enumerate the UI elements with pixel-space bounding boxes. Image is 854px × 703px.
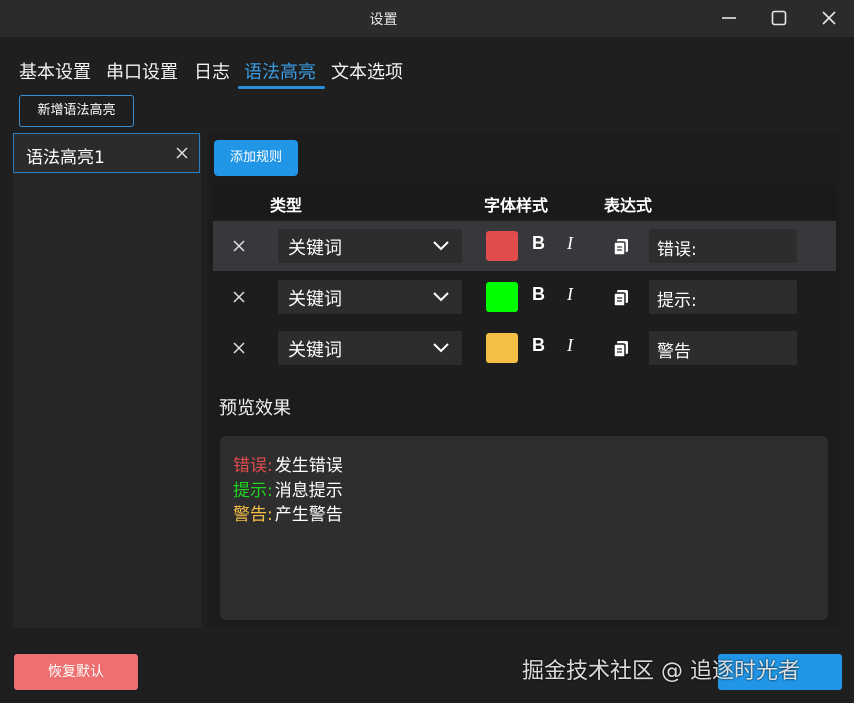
tab-basic-settings[interactable]: 基本设置 — [19, 58, 91, 84]
preview-title: 预览效果 — [219, 398, 291, 419]
close-icon — [822, 11, 836, 25]
color-swatch[interactable] — [486, 333, 518, 363]
delete-rule-button[interactable] — [231, 289, 247, 305]
delete-rule-button[interactable] — [231, 340, 247, 356]
chevron-down-icon — [433, 343, 449, 353]
expression-input[interactable]: 错误: — [649, 229, 797, 263]
preview-box: 错误: 发生错误 提示: 消息提示 警告: 产生警告 — [220, 436, 828, 620]
copy-icon[interactable] — [612, 237, 630, 255]
copy-icon[interactable] — [612, 288, 630, 306]
preview-line: 警告: 产生警告 — [233, 500, 343, 525]
remove-item-button[interactable] — [174, 145, 190, 161]
preview-text: 产生警告 — [274, 505, 343, 525]
active-tab-indicator — [238, 86, 325, 89]
close-icon — [233, 342, 245, 354]
type-select[interactable]: 关键词 — [278, 280, 462, 314]
close-button[interactable] — [819, 8, 839, 28]
close-icon — [176, 147, 188, 159]
header-type: 类型 — [270, 196, 303, 215]
bold-toggle[interactable]: B — [532, 284, 545, 305]
tab-log[interactable]: 日志 — [194, 58, 230, 84]
type-select-value: 关键词 — [288, 238, 342, 259]
italic-toggle[interactable]: I — [567, 284, 573, 305]
expression-value: 提示: — [657, 291, 697, 311]
type-select-value: 关键词 — [288, 289, 342, 310]
copy-icon[interactable] — [612, 339, 630, 357]
preview-line: 提示: 消息提示 — [233, 476, 343, 501]
new-highlight-button[interactable]: 新增语法高亮 — [19, 95, 134, 127]
preview-text: 消息提示 — [274, 481, 343, 501]
tab-syntax-highlight[interactable]: 语法高亮 — [244, 58, 316, 84]
expression-value: 错误: — [657, 240, 697, 260]
preview-keyword: 警告: — [233, 505, 273, 525]
bold-toggle[interactable]: B — [532, 233, 545, 254]
maximize-button[interactable] — [769, 8, 789, 28]
preview-text: 发生错误 — [274, 456, 343, 476]
expression-value: 警告 — [657, 342, 691, 362]
add-rule-button[interactable]: 添加规则 — [214, 140, 298, 176]
header-font-style: 字体样式 — [484, 196, 549, 215]
list-item-label: 语法高亮1 — [26, 148, 105, 168]
header-expression: 表达式 — [604, 196, 653, 215]
type-select[interactable]: 关键词 — [278, 229, 462, 263]
watermark: 掘金技术社区 @ 追逐时光者 — [522, 659, 800, 684]
tab-text-options[interactable]: 文本选项 — [331, 58, 403, 84]
table-row: 关键词 B I 警告 — [213, 323, 836, 373]
highlight-list — [13, 133, 201, 628]
type-select-value: 关键词 — [288, 340, 342, 361]
chevron-down-icon — [433, 292, 449, 302]
preview-keyword: 错误: — [233, 456, 273, 476]
chevron-down-icon — [433, 241, 449, 251]
tab-serial-settings[interactable]: 串口设置 — [106, 58, 178, 84]
expression-input[interactable]: 提示: — [649, 280, 797, 314]
window-title: 设置 — [369, 12, 398, 28]
restore-defaults-button[interactable]: 恢复默认 — [14, 654, 138, 690]
minimize-icon — [722, 17, 736, 19]
italic-toggle[interactable]: I — [567, 335, 573, 356]
expression-input[interactable]: 警告 — [649, 331, 797, 365]
preview-line: 错误: 发生错误 — [233, 451, 343, 476]
list-item[interactable]: 语法高亮1 — [13, 133, 200, 173]
title-bar: 设置 — [0, 0, 854, 37]
delete-rule-button[interactable] — [231, 238, 247, 254]
table-row: 关键词 B I 错误: — [213, 221, 836, 271]
color-swatch[interactable] — [486, 231, 518, 261]
maximize-icon — [771, 10, 787, 26]
close-icon — [233, 291, 245, 303]
color-swatch[interactable] — [486, 282, 518, 312]
italic-toggle[interactable]: I — [567, 233, 573, 254]
minimize-button[interactable] — [719, 8, 739, 28]
bold-toggle[interactable]: B — [532, 335, 545, 356]
preview-keyword: 提示: — [233, 481, 273, 501]
close-icon — [233, 240, 245, 252]
type-select[interactable]: 关键词 — [278, 331, 462, 365]
table-row: 关键词 B I 提示: — [213, 272, 836, 322]
